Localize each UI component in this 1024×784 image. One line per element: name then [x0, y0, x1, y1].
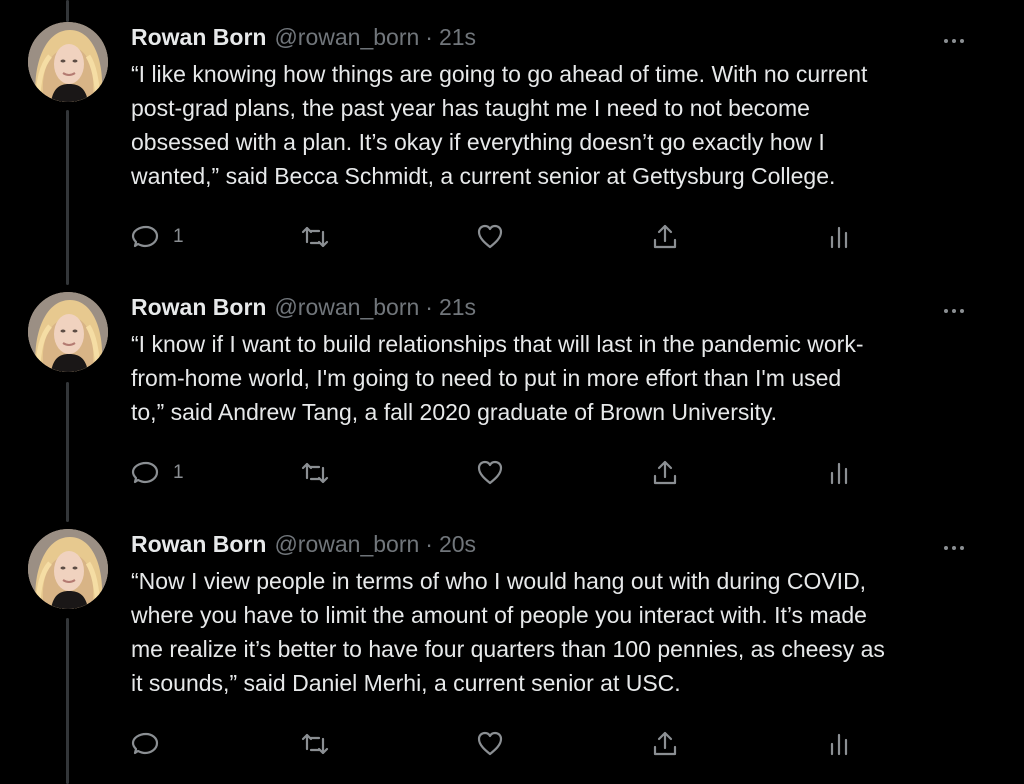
- heart-icon: [475, 458, 505, 488]
- reply-button[interactable]: [131, 726, 173, 762]
- thread-connector: [66, 382, 69, 522]
- separator-dot: ·: [425, 294, 433, 320]
- analytics-button[interactable]: [824, 726, 854, 762]
- tweet-actions: 1: [131, 219, 1001, 255]
- tweet-text: “I like knowing how things are going to …: [131, 61, 868, 189]
- retweet-button[interactable]: [300, 726, 342, 762]
- tweet-text: “Now I view people in terms of who I wou…: [131, 568, 885, 696]
- tweet-actions: 1: [131, 455, 1001, 491]
- heart-icon: [475, 222, 505, 252]
- reply-icon: [131, 729, 161, 759]
- heart-icon: [475, 729, 505, 759]
- timestamp[interactable]: 21s: [439, 292, 476, 322]
- share-icon: [650, 458, 680, 488]
- share-icon: [650, 729, 680, 759]
- reply-count: 1: [173, 226, 184, 247]
- like-button[interactable]: [475, 726, 517, 762]
- analytics-icon: [824, 458, 854, 488]
- avatar[interactable]: [28, 292, 108, 372]
- retweet-icon: [300, 458, 330, 488]
- more-horizontal-icon[interactable]: [937, 537, 971, 559]
- display-name[interactable]: Rowan Born: [131, 529, 266, 559]
- reply-button[interactable]: 1: [131, 219, 184, 255]
- thread-connector: [66, 618, 69, 784]
- analytics-icon: [824, 222, 854, 252]
- analytics-button[interactable]: [824, 455, 854, 491]
- reply-icon: [131, 222, 161, 252]
- reply-icon: [131, 458, 161, 488]
- tweet-header: Rowan Born @rowan_born · 21s: [131, 22, 1001, 52]
- retweet-button[interactable]: [300, 455, 342, 491]
- display-name[interactable]: Rowan Born: [131, 292, 266, 322]
- share-button[interactable]: [650, 219, 680, 255]
- timestamp[interactable]: 21s: [439, 22, 476, 52]
- tweet-content: Rowan Born @rowan_born · 20s “Now I view…: [131, 529, 1001, 756]
- tweet-content: Rowan Born @rowan_born · 21s “I like kno…: [131, 22, 1001, 249]
- timestamp[interactable]: 20s: [439, 529, 476, 559]
- tweet-actions: [131, 726, 1001, 762]
- display-name[interactable]: Rowan Born: [131, 22, 266, 52]
- retweet-icon: [300, 222, 330, 252]
- separator-dot: ·: [425, 24, 433, 50]
- more-horizontal-icon[interactable]: [937, 30, 971, 52]
- like-button[interactable]: [475, 219, 517, 255]
- tweet-thread: Rowan Born @rowan_born · 21s “I like kno…: [0, 0, 1024, 784]
- user-handle[interactable]: @rowan_born: [274, 292, 419, 322]
- share-button[interactable]: [650, 726, 680, 762]
- tweet-content: Rowan Born @rowan_born · 21s “I know if …: [131, 292, 1001, 485]
- reply-count: 1: [173, 462, 184, 483]
- avatar[interactable]: [28, 529, 108, 609]
- like-button[interactable]: [475, 455, 517, 491]
- analytics-button[interactable]: [824, 219, 854, 255]
- reply-button[interactable]: 1: [131, 455, 184, 491]
- more-horizontal-icon[interactable]: [937, 300, 971, 322]
- separator-dot: ·: [425, 531, 433, 557]
- thread-connector: [66, 0, 69, 22]
- share-button[interactable]: [650, 455, 680, 491]
- tweet-text: “I know if I want to build relationships…: [131, 331, 864, 425]
- analytics-icon: [824, 729, 854, 759]
- retweet-icon: [300, 729, 330, 759]
- user-handle[interactable]: @rowan_born: [274, 22, 419, 52]
- avatar[interactable]: [28, 22, 108, 102]
- user-handle[interactable]: @rowan_born: [274, 529, 419, 559]
- retweet-button[interactable]: [300, 219, 342, 255]
- thread-connector: [66, 110, 69, 285]
- tweet-header: Rowan Born @rowan_born · 21s: [131, 292, 1001, 322]
- share-icon: [650, 222, 680, 252]
- tweet-header: Rowan Born @rowan_born · 20s: [131, 529, 1001, 559]
